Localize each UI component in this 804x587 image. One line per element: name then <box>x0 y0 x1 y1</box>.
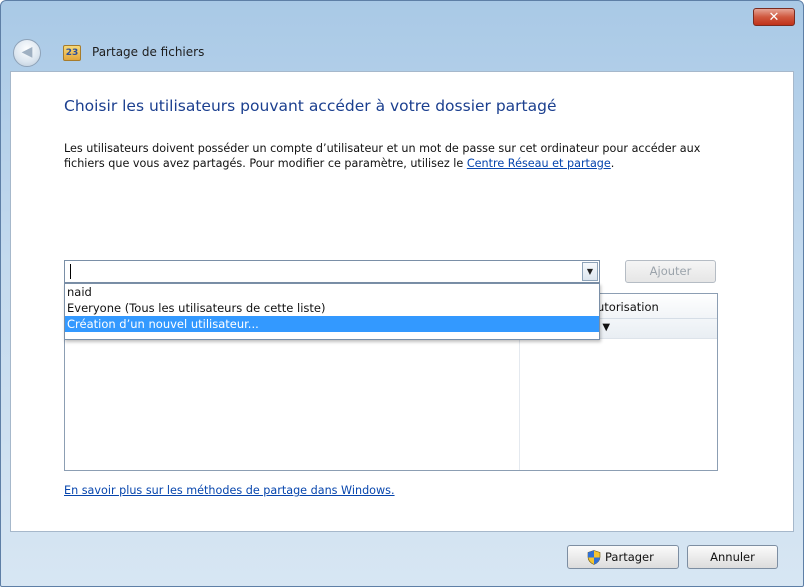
close-button[interactable]: ✕ <box>753 8 795 26</box>
user-combobox[interactable]: ▼ <box>64 260 600 283</box>
content-panel: Choisir les utilisateurs pouvant accéder… <box>10 71 794 532</box>
back-arrow-icon: ◀ <box>21 44 33 60</box>
description: Les utilisateurs doivent posséder un com… <box>64 141 744 171</box>
page-title: Choisir les utilisateurs pouvant accéder… <box>64 97 557 115</box>
dropdown-option-everyone[interactable]: Everyone (Tous les utilisateurs de cette… <box>65 300 599 316</box>
file-sharing-window: ✕ ◀ 23 Partage de fichiers Choisir les u… <box>0 0 804 587</box>
share-button-label: Partager <box>605 550 654 564</box>
dropdown-option-naid[interactable]: naid <box>65 284 599 300</box>
add-button[interactable]: Ajouter <box>625 260 716 283</box>
text-caret <box>70 264 71 279</box>
permission-column-header[interactable]: utorisation <box>597 300 659 314</box>
chevron-down-icon: ▼ <box>586 267 594 276</box>
learn-more-link[interactable]: En savoir plus sur les méthodes de parta… <box>64 484 395 497</box>
uac-shield-icon <box>587 550 601 565</box>
dropdown-option-create-user[interactable]: Création d’un nouvel utilisateur... <box>65 316 599 332</box>
navigation-bar: ◀ 23 Partage de fichiers <box>1 35 803 71</box>
description-end: . <box>610 157 615 170</box>
back-button[interactable]: ◀ <box>13 39 41 67</box>
window-title: Partage de fichiers <box>92 45 205 59</box>
user-dropdown-list[interactable]: naid Everyone (Tous les utilisateurs de … <box>64 283 600 340</box>
network-center-link[interactable]: Centre Réseau et partage <box>467 157 611 170</box>
cancel-button[interactable]: Annuler <box>687 545 778 569</box>
close-icon: ✕ <box>768 10 780 25</box>
file-sharing-icon: 23 <box>63 45 81 61</box>
title-bar: ✕ <box>1 1 803 35</box>
share-button[interactable]: Partager <box>567 545 679 569</box>
combo-dropdown-button[interactable]: ▼ <box>582 262 598 281</box>
